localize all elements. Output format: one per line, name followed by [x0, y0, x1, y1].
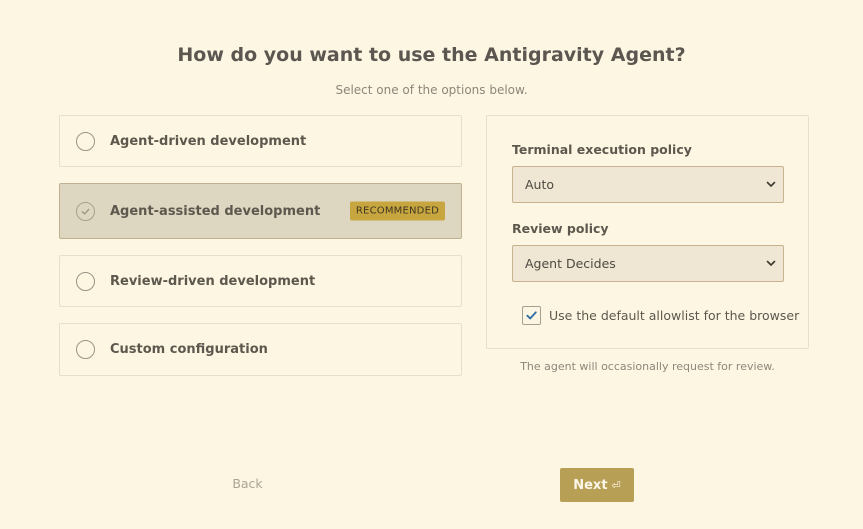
chevron-down-icon — [766, 181, 776, 187]
radio-checked-icon — [76, 201, 95, 221]
review-policy-value: Agent Decides — [525, 256, 616, 271]
page-subtitle: Select one of the options below. — [335, 83, 528, 97]
page-title: How do you want to use the Antigravity A… — [177, 44, 686, 66]
radio-unchecked-icon — [76, 131, 95, 151]
option-label: Agent-assisted development — [110, 203, 321, 219]
terminal-policy-select[interactable]: Auto — [512, 166, 784, 203]
review-policy-label: Review policy — [512, 221, 609, 236]
chevron-down-icon — [766, 260, 776, 266]
back-button[interactable]: Back — [210, 476, 285, 496]
terminal-policy-label: Terminal execution policy — [512, 142, 692, 157]
option-agent-driven[interactable]: Agent-driven development — [59, 115, 462, 167]
review-hint: The agent will occasionally request for … — [520, 360, 775, 373]
settings-panel: Terminal execution policy Auto Review po… — [486, 115, 809, 349]
option-label: Custom configuration — [110, 342, 268, 357]
enter-icon: ⏎ — [611, 478, 621, 492]
checkmark-icon — [526, 311, 537, 320]
radio-unchecked-icon — [76, 340, 95, 359]
next-button[interactable]: Next ⏎ — [560, 468, 634, 502]
option-review-driven[interactable]: Review-driven development — [59, 255, 462, 307]
allowlist-checkbox[interactable] — [522, 306, 541, 325]
option-label: Review-driven development — [110, 273, 316, 289]
next-label: Next — [573, 477, 608, 493]
allowlist-option[interactable]: Use the default allowlist for the browse… — [522, 306, 799, 325]
terminal-policy-value: Auto — [525, 177, 555, 192]
option-label: Agent-driven development — [110, 133, 307, 149]
recommended-badge: RECOMMENDED — [349, 201, 445, 221]
allowlist-label: Use the default allowlist for the browse… — [549, 308, 800, 323]
radio-unchecked-icon — [76, 271, 95, 291]
option-agent-assisted[interactable]: Agent-assisted development RECOMMENDED — [59, 183, 462, 239]
review-policy-select[interactable]: Agent Decides — [512, 245, 784, 282]
option-custom-configuration[interactable]: Custom configuration — [59, 323, 462, 376]
